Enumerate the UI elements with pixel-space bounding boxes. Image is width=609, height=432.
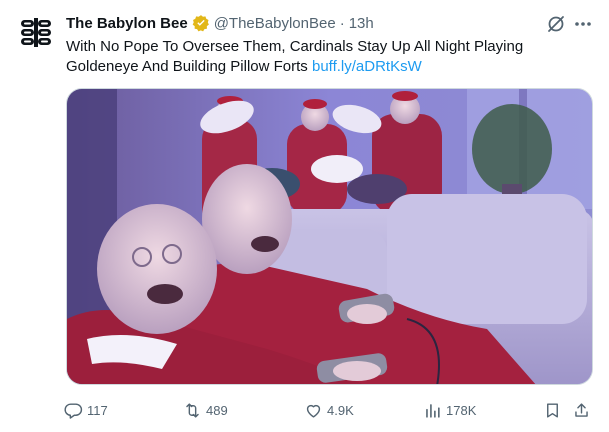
tweet[interactable]: The Babylon Bee @TheBabylonBee · 13h Wit… [0,0,609,432]
tweet-body: With No Pope To Oversee Them, Cardinals … [66,38,524,75]
like-button[interactable]: 4.9K [304,398,354,422]
grok-icon[interactable] [546,14,566,34]
tweet-text: With No Pope To Oversee Them, Cardinals … [66,37,586,77]
view-count: 178K [446,402,477,418]
reply-icon [64,402,83,419]
views-bar-icon [426,403,440,418]
author-handle[interactable]: @TheBabylonBee [214,15,336,32]
avatar[interactable] [16,12,56,52]
reply-count: 117 [87,402,108,418]
more-dots-icon[interactable] [572,14,594,34]
verified-badge-icon[interactable] [192,14,210,32]
retweet-count: 489 [206,402,228,418]
author-name[interactable]: The Babylon Bee [66,15,188,32]
views-button[interactable]: 178K [423,398,476,422]
timestamp[interactable]: 13h [349,15,374,32]
action-bar: 117 489 4.9K 178K [64,398,594,422]
share-button[interactable] [572,398,595,422]
tweet-image[interactable] [66,88,593,385]
share-icon [575,402,588,417]
article-link[interactable]: buff.ly/aDRtKsW [312,58,422,75]
retweet-button[interactable]: 489 [183,398,228,422]
heart-icon [306,404,321,418]
like-count: 4.9K [327,402,354,418]
reply-button[interactable]: 117 [64,398,108,422]
tweet-header: The Babylon Bee @TheBabylonBee · 13h [66,13,599,33]
cardinals-image [67,89,592,384]
bookmark-icon [547,402,558,418]
bookmark-button[interactable] [543,398,566,422]
retweet-icon [186,402,199,418]
babylon-bee-logo-icon [16,12,56,52]
separator-dot: · [339,14,345,32]
